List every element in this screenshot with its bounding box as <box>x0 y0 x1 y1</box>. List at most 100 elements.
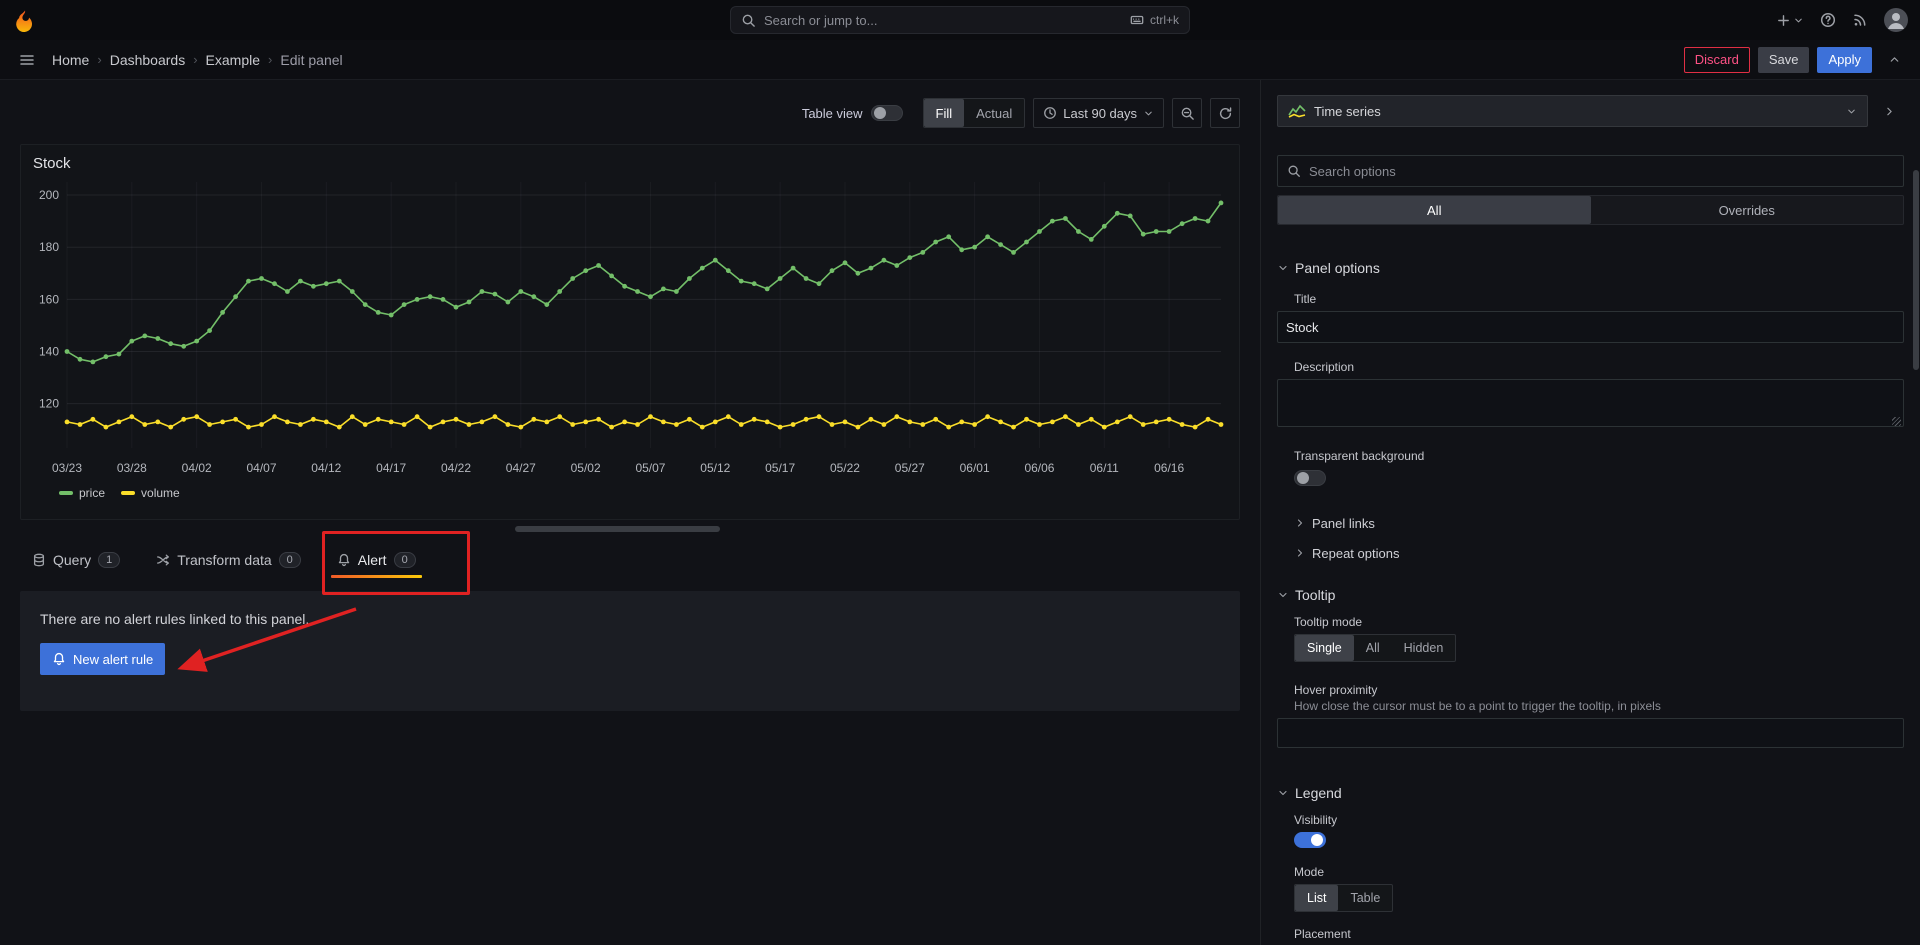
scrollbar-thumb[interactable] <box>515 526 720 532</box>
section-repeat-options[interactable]: Repeat options <box>1294 538 1904 568</box>
rss-icon <box>1852 12 1868 28</box>
breadcrumb-separator: › <box>97 52 101 67</box>
transparent-bg-toggle[interactable] <box>1294 470 1326 486</box>
svg-text:05/22: 05/22 <box>830 461 860 475</box>
table-view-toggle[interactable] <box>871 105 903 121</box>
user-avatar[interactable] <box>1884 8 1908 32</box>
clock-icon <box>1043 106 1057 120</box>
chevron-down-icon <box>1277 589 1289 601</box>
table-view-label: Table view <box>802 106 863 121</box>
tab-alert-count: 0 <box>394 552 416 568</box>
bell-icon <box>337 553 351 567</box>
svg-text:05/07: 05/07 <box>635 461 665 475</box>
database-icon <box>32 553 46 567</box>
svg-text:06/11: 06/11 <box>1090 461 1119 475</box>
shuffle-icon <box>156 553 170 567</box>
legend-item[interactable]: volume <box>121 486 180 500</box>
chevron-down-icon <box>1846 106 1857 117</box>
legend-mode-table[interactable]: Table <box>1338 885 1392 911</box>
tab-transform-label: Transform data <box>177 552 271 568</box>
breadcrumb-home[interactable]: Home <box>52 52 89 68</box>
panel-title-input[interactable] <box>1277 311 1904 343</box>
legend-swatch <box>59 491 73 495</box>
viz-picker-button[interactable]: Time series <box>1277 95 1868 127</box>
new-alert-rule-button[interactable]: New alert rule <box>40 643 165 675</box>
tab-overrides[interactable]: Overrides <box>1591 196 1904 224</box>
plus-icon <box>1776 13 1791 28</box>
breadcrumb-separator: › <box>268 52 272 67</box>
legend-swatch <box>121 491 135 495</box>
tooltip-mode-single[interactable]: Single <box>1295 635 1354 661</box>
discard-button[interactable]: Discard <box>1684 47 1750 73</box>
tooltip-mode-hidden[interactable]: Hidden <box>1392 635 1456 661</box>
tab-alert[interactable]: Alert 0 <box>325 542 428 578</box>
apply-button[interactable]: Apply <box>1817 47 1872 73</box>
tab-alert-label: Alert <box>358 552 387 568</box>
breadcrumb-dashboards[interactable]: Dashboards <box>110 52 186 68</box>
shortcut-hint: ctrl+k <box>1129 13 1179 27</box>
sidebar-scrollbar-thumb[interactable] <box>1913 170 1919 370</box>
collapse-options-pane-button[interactable] <box>1874 96 1904 126</box>
section-panel-options[interactable]: Panel options <box>1277 257 1904 279</box>
svg-text:06/01: 06/01 <box>960 461 990 475</box>
chevron-right-icon <box>1294 547 1306 559</box>
legend-mode-list[interactable]: List <box>1295 885 1338 911</box>
svg-text:04/07: 04/07 <box>246 461 276 475</box>
chevron-right-icon <box>1883 105 1896 118</box>
panel-title: Stock <box>33 155 1227 172</box>
breadcrumb-edit-panel: Edit panel <box>280 52 342 68</box>
time-series-icon <box>1288 104 1306 118</box>
search-input[interactable] <box>764 13 1121 28</box>
svg-text:05/17: 05/17 <box>765 461 795 475</box>
section-legend[interactable]: Legend <box>1277 782 1904 804</box>
chart-legend: price volume <box>33 486 1227 500</box>
no-alert-rules-message: There are no alert rules linked to this … <box>40 611 1220 627</box>
top-nav: ctrl+k <box>0 0 1920 40</box>
refresh-button[interactable] <box>1210 98 1240 128</box>
description-field-label: Description <box>1294 359 1904 375</box>
time-series-chart[interactable]: 03/2303/2804/0204/0704/1204/1704/2204/27… <box>33 176 1229 484</box>
svg-text:04/02: 04/02 <box>182 461 212 475</box>
chevron-down-icon <box>1277 262 1289 274</box>
fill-option[interactable]: Fill <box>924 99 965 127</box>
edit-pane: Table view Fill Actual Last 90 days Stoc… <box>0 80 1260 945</box>
grafana-logo-icon[interactable] <box>12 7 38 33</box>
time-range-label: Last 90 days <box>1063 106 1137 121</box>
time-range-picker[interactable]: Last 90 days <box>1033 98 1164 128</box>
hover-proximity-input[interactable] <box>1277 718 1904 748</box>
news-button[interactable] <box>1852 12 1868 28</box>
options-tabs: All Overrides <box>1277 195 1904 225</box>
new-menu-button[interactable] <box>1776 13 1804 28</box>
collapse-header-button[interactable] <box>1880 46 1908 74</box>
mega-menu-button[interactable] <box>12 45 42 75</box>
save-button[interactable]: Save <box>1758 47 1810 73</box>
tab-all-options[interactable]: All <box>1278 196 1591 224</box>
legend-item[interactable]: price <box>59 486 105 500</box>
section-tooltip[interactable]: Tooltip <box>1277 584 1904 606</box>
tab-query[interactable]: Query 1 <box>20 542 132 578</box>
legend-visibility-toggle[interactable] <box>1294 832 1326 848</box>
svg-text:03/28: 03/28 <box>117 461 147 475</box>
actual-option[interactable]: Actual <box>964 99 1024 127</box>
svg-text:03/23: 03/23 <box>52 461 82 475</box>
global-search[interactable]: ctrl+k <box>730 6 1190 34</box>
svg-text:04/27: 04/27 <box>506 461 536 475</box>
chevron-down-icon <box>1793 15 1804 26</box>
options-search[interactable] <box>1277 155 1904 187</box>
legend-label: price <box>79 486 105 500</box>
help-button[interactable] <box>1820 12 1836 28</box>
resize-handle[interactable] <box>1892 417 1901 426</box>
horizontal-scrollbar <box>20 526 1240 532</box>
panel-description-textarea[interactable] <box>1277 379 1904 427</box>
breadcrumb: Home › Dashboards › Example › Edit panel <box>52 52 343 68</box>
breadcrumb-dashboard-name[interactable]: Example <box>206 52 260 68</box>
bell-icon <box>52 652 66 666</box>
zoom-out-button[interactable] <box>1172 98 1202 128</box>
svg-text:160: 160 <box>39 292 59 306</box>
options-search-input[interactable] <box>1309 164 1894 179</box>
tooltip-mode-all[interactable]: All <box>1354 635 1392 661</box>
tab-transform[interactable]: Transform data 0 <box>144 542 313 578</box>
chevron-up-icon <box>1888 53 1901 66</box>
tab-query-count: 1 <box>98 552 120 568</box>
section-panel-links[interactable]: Panel links <box>1294 508 1904 538</box>
